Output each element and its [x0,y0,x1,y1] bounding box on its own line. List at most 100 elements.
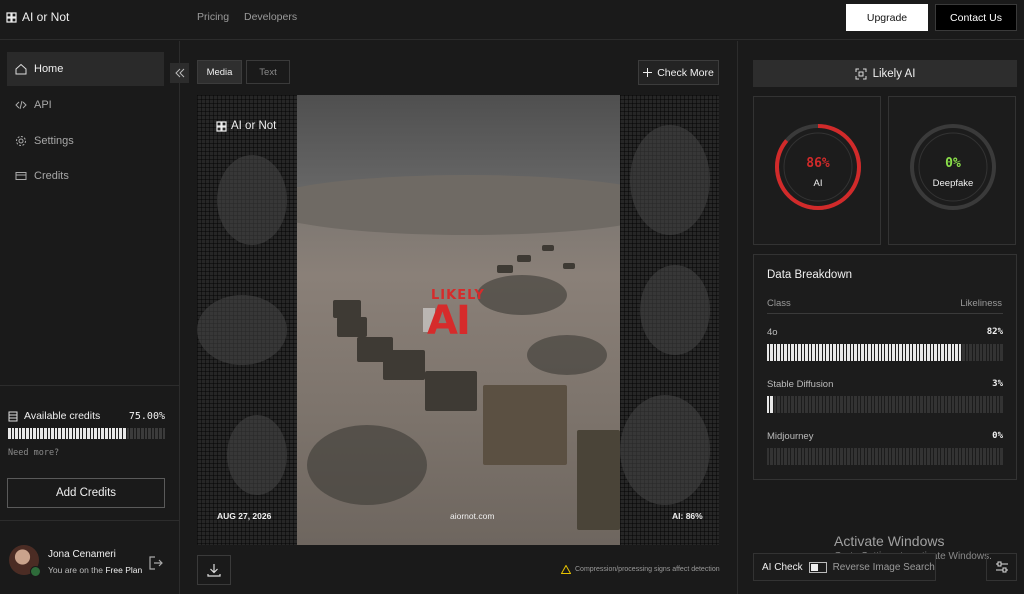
sidebar: Home API Settings Credits Available cred… [0,41,180,594]
bar-segment [791,344,794,361]
credits-panel: Available credits 75.00% Need more? Add … [0,385,180,521]
bar-segment [770,448,773,465]
bar-segment [25,428,29,439]
bar-segment [881,448,885,465]
bar-segment [94,428,97,439]
tab-media[interactable]: Media [197,60,242,84]
bar-segment [1000,344,1003,361]
bar-segment [833,448,836,465]
breakdown-title: Data Breakdown [767,269,853,281]
bar-segment [916,448,920,465]
divider [767,313,1003,314]
bar-segment [986,344,989,361]
card-icon [15,172,27,180]
upgrade-button[interactable]: Upgrade [846,4,928,31]
media-preview: AI or Not LIKELY AI AUG 27, 2026 aiornot… [197,95,719,545]
bar-segment [930,448,934,465]
bar-segment [993,396,996,413]
bar-segment [983,448,986,465]
nav-pricing[interactable]: Pricing [197,11,229,23]
bar-segment [930,344,934,361]
bar-segment [22,428,25,439]
user-profile: Jona Cenameri You are on the Free Plan [0,531,180,591]
bar-segment [819,344,822,361]
bar-segment [923,448,927,465]
bar-segment [847,448,850,465]
bar-segment [780,344,784,361]
bar-segment [105,428,108,439]
bar-segment [115,428,119,439]
download-button[interactable] [197,555,231,585]
add-credits-button[interactable]: Add Credits [7,478,165,508]
bar-segment [791,448,794,465]
bar-segment [72,428,76,439]
bar-segment [878,396,881,413]
bar-segment [857,396,861,413]
logout-icon[interactable] [148,555,164,571]
bar-segment [934,448,937,465]
bar-segment [833,344,836,361]
bar-segment [892,396,895,413]
bar-segment [140,428,144,439]
sidebar-item-api[interactable]: API [7,88,164,122]
bar-segment [913,448,916,465]
bar-segment [822,396,826,413]
bar-segment [101,428,105,439]
contact-us-button[interactable]: Contact Us [935,4,1017,31]
sidebar-item-label: API [34,99,52,111]
bar-segment [948,448,951,465]
bar-segment [955,396,958,413]
reverse-image-search-label[interactable]: Reverse Image Search [833,562,935,573]
bar-segment [927,396,930,413]
bar-segment [941,344,944,361]
mode-toggle[interactable] [808,561,827,573]
bar-segment [33,428,36,439]
bar-segment [801,344,805,361]
plan-name: Free Plan [105,565,143,575]
bar-segment [826,448,829,465]
tab-text[interactable]: Text [246,60,290,84]
bar-segment [916,344,920,361]
bar-segment [767,448,770,465]
check-more-button[interactable]: Check More [638,60,719,85]
bar-segment [962,344,965,361]
bar-segment [854,396,857,413]
bar-segment [805,448,808,465]
sidebar-item-home[interactable]: Home [7,52,164,86]
bar-segment [861,344,864,361]
deepfake-score-value: 0% [945,156,961,171]
nav-developers[interactable]: Developers [244,11,297,23]
bar-segment [123,428,126,439]
collapse-sidebar-button[interactable] [170,63,189,83]
bar-segment [69,428,72,439]
model-percent: 0% [992,431,1003,441]
bar-segment [934,396,937,413]
bar-segment [895,396,899,413]
bar-segment [864,396,868,413]
bar-segment [937,396,941,413]
bar-segment [815,396,819,413]
bar-segment [808,448,812,465]
bar-segment [40,428,43,439]
bar-segment [126,428,130,439]
brand-logo[interactable]: AI or Not [6,10,69,24]
bar-segment [979,448,983,465]
bar-segment [843,344,847,361]
bar-segment [972,344,976,361]
logo-icon [6,11,17,23]
sidebar-item-settings[interactable]: Settings [7,124,164,158]
filters-button[interactable] [986,553,1017,581]
bar-segment [927,344,930,361]
bar-segment [798,344,801,361]
ai-score-card: 86% AI [753,96,881,245]
bar-segment [941,396,944,413]
bar-segment [941,448,944,465]
bar-segment [955,344,958,361]
bar-segment [767,396,770,413]
sidebar-item-credits[interactable]: Credits [7,159,164,193]
bar-segment [885,344,888,361]
bar-segment [787,396,791,413]
need-more-link[interactable]: Need more? [8,448,59,458]
bar-segment [840,344,843,361]
deepfake-score-card: 0% Deepfake [888,96,1016,245]
